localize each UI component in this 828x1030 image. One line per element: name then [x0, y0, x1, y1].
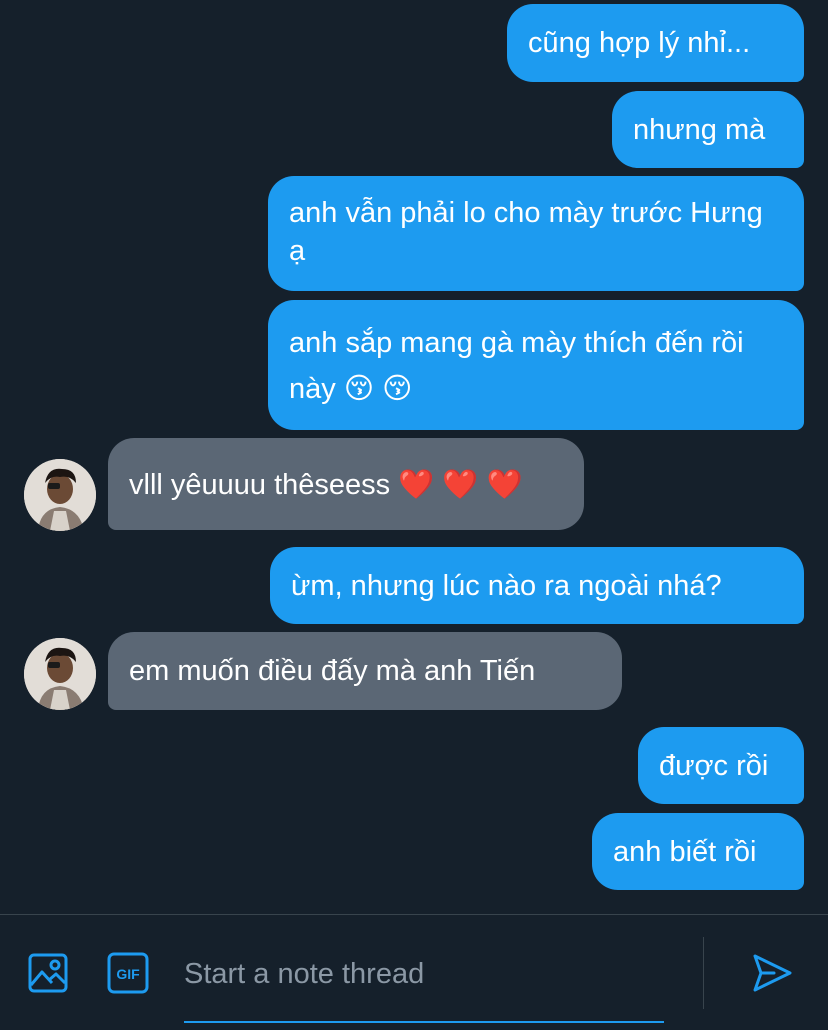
- input-focus-underline: [184, 1021, 664, 1023]
- composer-divider: [703, 937, 704, 1009]
- message-text: ừm, nhưng lúc nào ra ngoài nhá?: [291, 570, 722, 602]
- avatar-photo: [24, 459, 96, 531]
- message-incoming: em muốn điều đấy mà anh Tiến: [108, 632, 622, 710]
- add-media-button[interactable]: [24, 949, 72, 997]
- message-incoming: vlll yêuuuu thêseess ❤️ ❤️ ❤️: [108, 438, 584, 530]
- message-text: nhưng mà: [633, 114, 766, 146]
- avatar-photo: [24, 638, 96, 710]
- message-text: cũng hợp lý nhỉ...: [528, 27, 751, 59]
- message-text: anh biết rồi: [613, 836, 757, 868]
- gif-label: GIF: [116, 966, 140, 982]
- image-icon: [28, 953, 68, 993]
- contact-avatar[interactable]: [24, 638, 96, 710]
- message-text: được rồi: [659, 750, 769, 782]
- message-outgoing: anh vẫn phải lo cho mày trước Hưng ạ: [268, 176, 804, 291]
- message-text: anh sắp mang gà mày thích đến rồi này 😚 …: [289, 327, 744, 405]
- send-icon: [753, 954, 792, 992]
- gif-icon: GIF: [107, 952, 149, 994]
- message-text: vlll yêuuuu thêseess ❤️ ❤️ ❤️: [129, 469, 523, 501]
- message-text: em muốn điều đấy mà anh Tiến: [129, 655, 536, 687]
- message-outgoing: anh sắp mang gà mày thích đến rồi này 😚 …: [268, 300, 804, 430]
- message-text: anh vẫn phải lo cho mày trước Hưng ạ: [289, 197, 763, 267]
- message-outgoing: cũng hợp lý nhỉ...: [507, 4, 804, 82]
- message-outgoing: anh biết rồi: [592, 813, 804, 890]
- note-thread-input[interactable]: [184, 949, 664, 999]
- message-thread: cũng hợp lý nhỉ... nhưng mà anh vẫn phải…: [0, 0, 828, 914]
- message-composer: GIF: [0, 914, 828, 1030]
- message-outgoing: được rồi: [638, 727, 804, 804]
- add-gif-button[interactable]: GIF: [104, 949, 152, 997]
- contact-avatar[interactable]: [24, 459, 96, 531]
- message-outgoing: ừm, nhưng lúc nào ra ngoài nhá?: [270, 547, 804, 624]
- message-outgoing: nhưng mà: [612, 91, 804, 168]
- send-button[interactable]: [748, 949, 796, 997]
